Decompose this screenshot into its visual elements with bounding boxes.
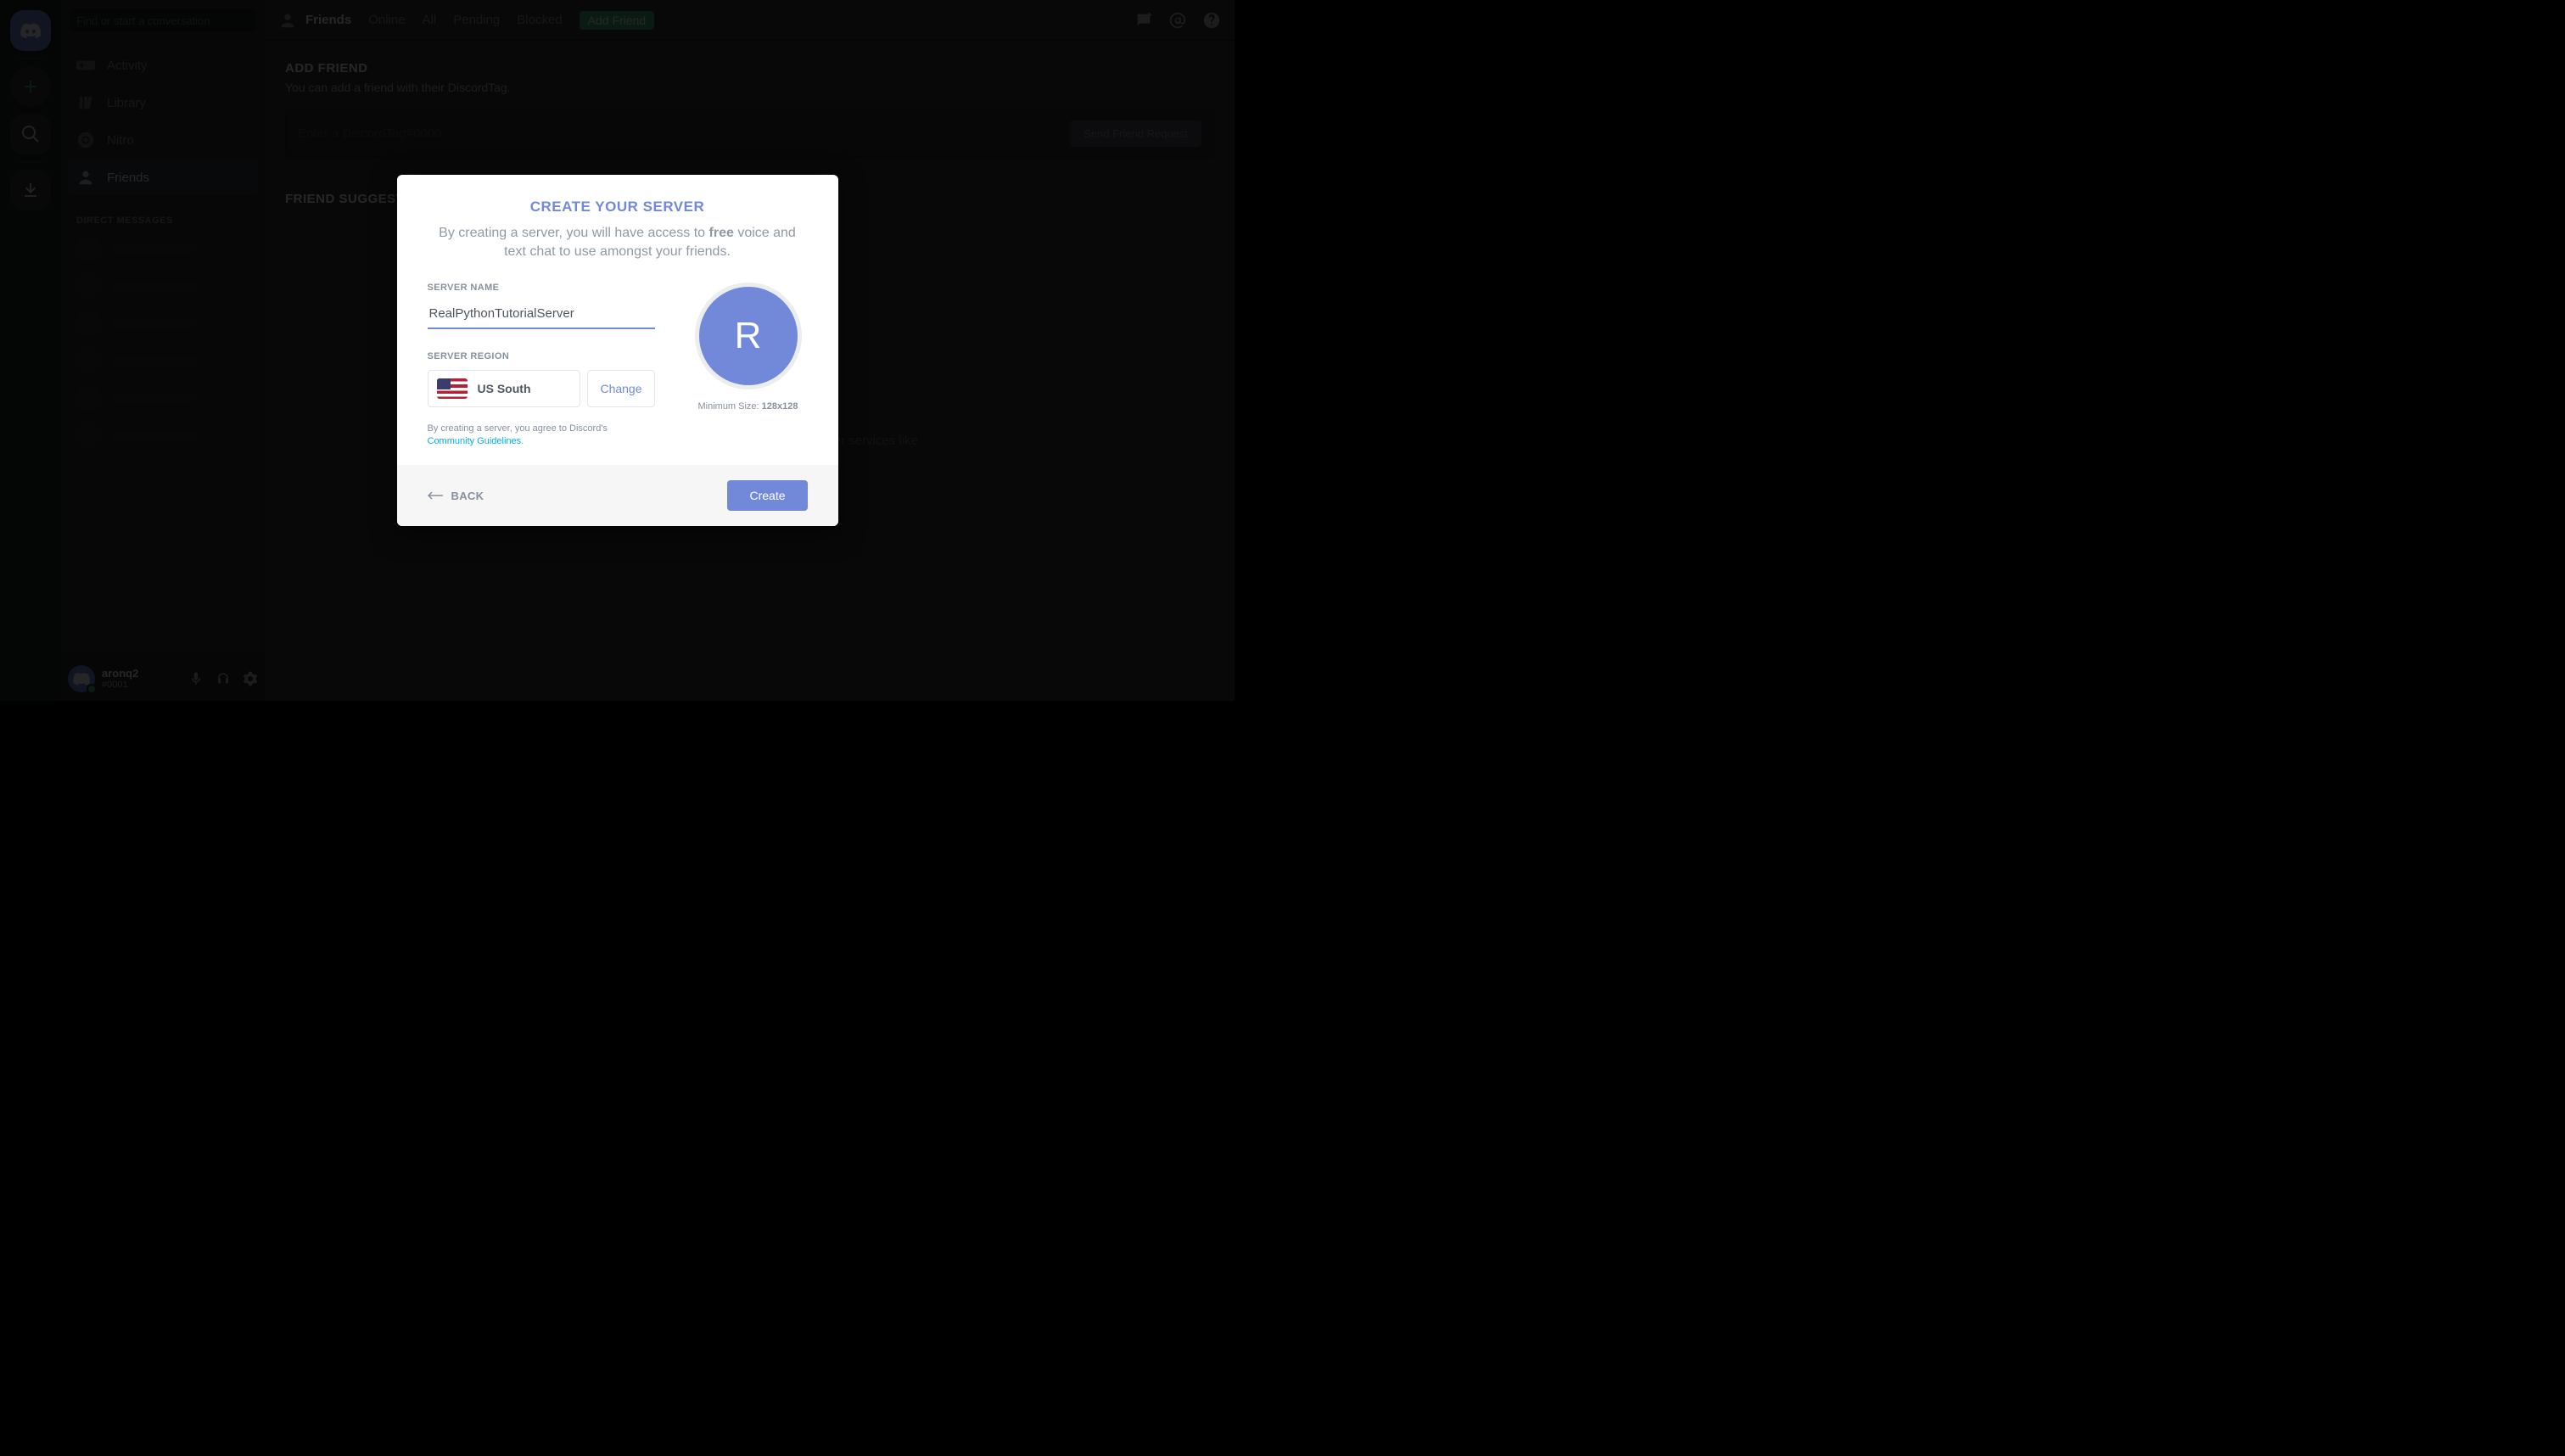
server-region-label: SERVER REGION <box>428 351 655 361</box>
min-size-text: Minimum Size: 128x128 <box>697 401 798 412</box>
arrow-left-icon <box>428 490 443 501</box>
back-label: BACK <box>451 490 484 502</box>
modal-description: By creating a server, you will have acce… <box>428 224 808 262</box>
modal-title: CREATE YOUR SERVER <box>428 199 808 216</box>
create-button[interactable]: Create <box>727 480 807 511</box>
region-display: US South <box>428 370 581 407</box>
modal-layer: CREATE YOUR SERVER By creating a server,… <box>0 0 1235 701</box>
modal-footer: BACK Create <box>397 465 838 526</box>
server-name-label: SERVER NAME <box>428 283 655 293</box>
server-name-input[interactable] <box>428 301 655 329</box>
change-region-button[interactable]: Change <box>587 370 654 407</box>
modal-desc-bold: free <box>709 226 734 240</box>
server-avatar-upload[interactable]: R <box>695 283 802 389</box>
create-server-modal: CREATE YOUR SERVER By creating a server,… <box>397 175 838 527</box>
community-guidelines-link[interactable]: Community Guidelines <box>428 436 522 446</box>
us-flag-icon <box>437 378 468 399</box>
min-size-value: 128x128 <box>762 401 798 412</box>
terms-text: By creating a server, you agree to Disco… <box>428 423 655 449</box>
region-name: US South <box>478 382 531 395</box>
back-button[interactable]: BACK <box>428 490 484 502</box>
terms-pre: By creating a server, you agree to Disco… <box>428 423 608 434</box>
terms-period: . <box>521 436 524 446</box>
modal-desc-pre: By creating a server, you will have acce… <box>439 226 708 240</box>
min-size-pre: Minimum Size: <box>697 401 761 412</box>
